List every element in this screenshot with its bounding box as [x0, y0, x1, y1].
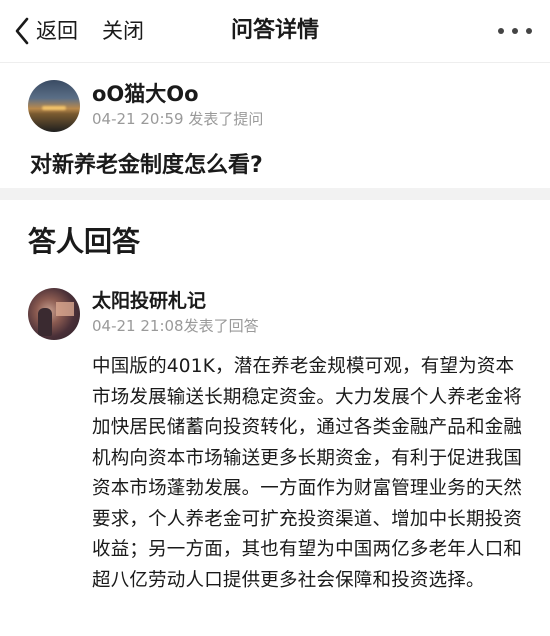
close-button[interactable]: 关闭: [102, 14, 144, 48]
more-dots-icon[interactable]: [498, 22, 532, 40]
chevron-left-icon: [15, 17, 29, 45]
back-label: 返回: [36, 19, 78, 43]
answerer-avatar[interactable]: [28, 288, 80, 340]
answerer-name[interactable]: 太阳投研札记: [92, 289, 206, 313]
question-title: 对新养老金制度怎么看?: [30, 153, 263, 178]
question-timestamp: 04-21 20:59 发表了提问: [92, 110, 264, 128]
asker-name[interactable]: oO猫大Oo: [92, 81, 199, 107]
page-title: 问答详情: [230, 18, 319, 43]
question-card: oO猫大Oo 04-21 20:59 发表了提问 对新养老金制度怎么看?: [0, 62, 550, 184]
section-divider: [0, 188, 550, 200]
back-button[interactable]: 返回: [14, 14, 78, 48]
avatar[interactable]: [28, 80, 80, 132]
top-navbar: 返回 关闭 问答详情: [0, 0, 550, 62]
answer-timestamp: 04-21 21:08发表了回答: [92, 317, 259, 335]
answer-text: 中国版的401K，潜在养老金规模可观，有望为资本市场发展输送长期稳定资金。大力发…: [92, 356, 523, 591]
answers-heading: 答人回答: [28, 225, 141, 258]
